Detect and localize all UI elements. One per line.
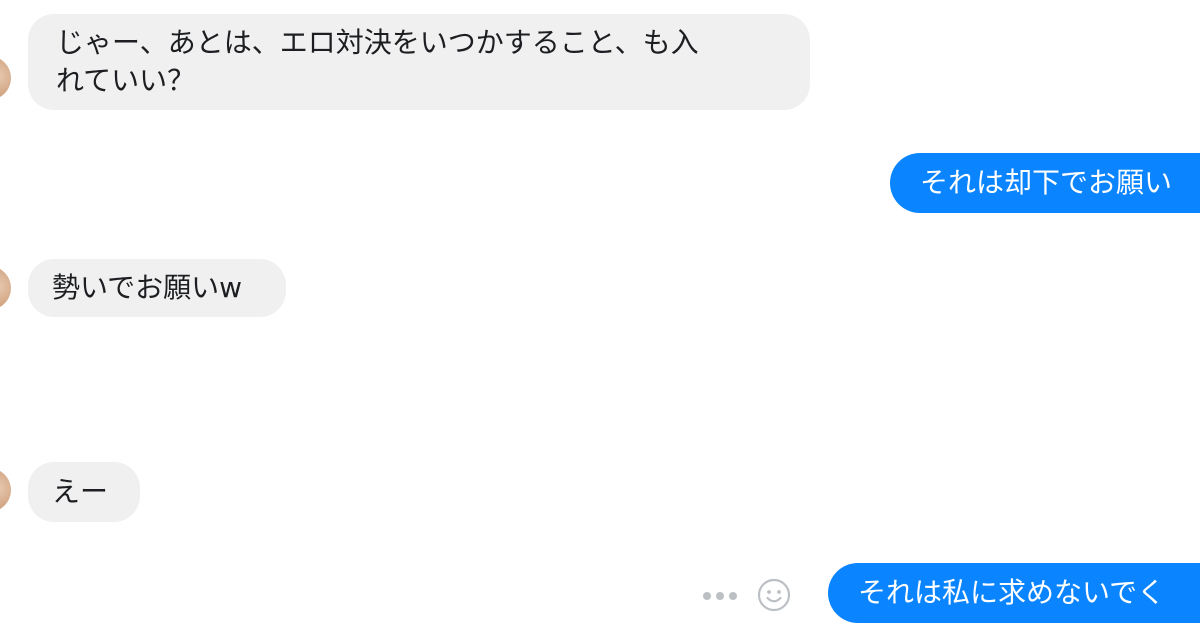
message-text: 勢いでお願いw [52, 271, 243, 304]
outgoing-message-bubble[interactable]: それは却下でお願い [890, 153, 1200, 213]
outgoing-message-bubble[interactable]: それは私に求めないでく [828, 563, 1200, 623]
message-text-line: じゃー、あとは、エロ対決をいつかすること、も入 [56, 26, 699, 59]
incoming-message-bubble[interactable]: じゃー、あとは、エロ対決をいつかすること、も入 れていい？ [28, 14, 810, 110]
message-text: えー [52, 475, 109, 508]
smiley-react-icon[interactable] [757, 578, 791, 612]
chat-thread: じゃー、あとは、エロ対決をいつかすること、も入 れていい？ それは却下でお願い … [0, 0, 1200, 630]
contact-avatar[interactable] [0, 266, 11, 310]
more-options-icon[interactable] [703, 590, 739, 602]
message-text-line: れていい？ [56, 64, 196, 97]
message-text: それは却下でお願い [920, 166, 1173, 199]
incoming-message-bubble[interactable]: 勢いでお願いw [28, 259, 286, 317]
contact-avatar[interactable] [0, 56, 11, 100]
incoming-message-bubble[interactable]: えー [28, 462, 140, 522]
message-text: それは私に求めないでく [858, 576, 1166, 609]
contact-avatar[interactable] [0, 468, 11, 512]
